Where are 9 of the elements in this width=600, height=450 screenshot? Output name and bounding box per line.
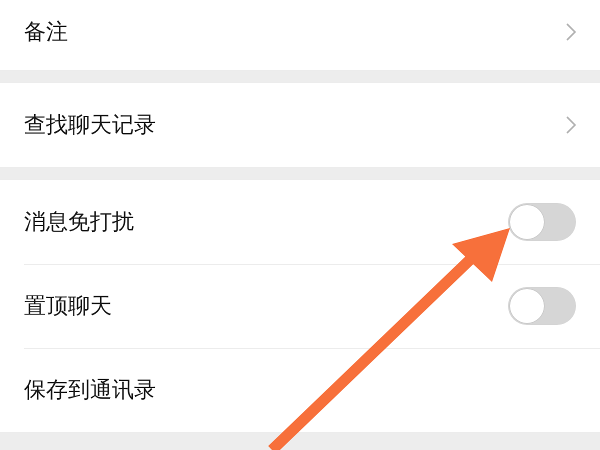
chevron-icon (566, 116, 576, 134)
toggle-switch[interactable] (508, 287, 576, 325)
row-label: 保存到通讯录 (24, 376, 156, 404)
row-label: 置顶聊天 (24, 292, 112, 320)
row-label: 查找聊天记录 (24, 112, 156, 140)
chevron-icon (566, 23, 576, 41)
row-label: 消息免打扰 (24, 208, 134, 236)
row-label: 备注 (24, 18, 68, 46)
toggle-switch[interactable] (508, 203, 576, 241)
